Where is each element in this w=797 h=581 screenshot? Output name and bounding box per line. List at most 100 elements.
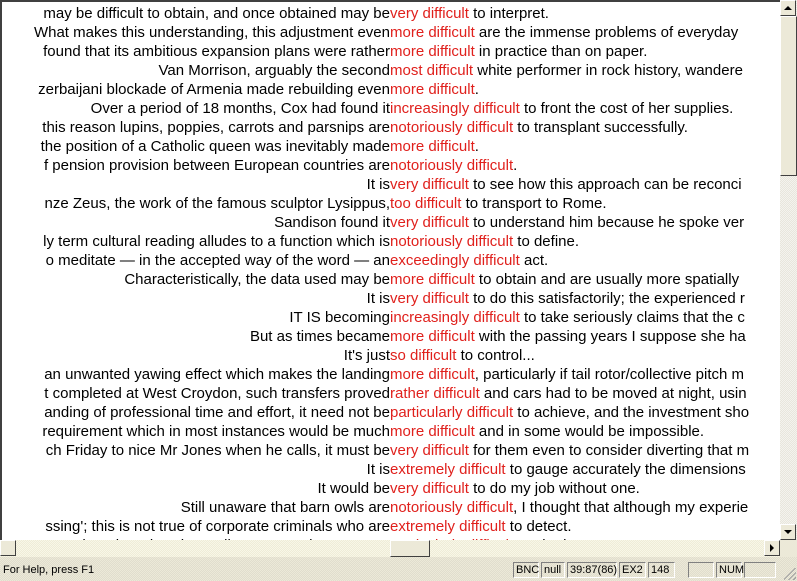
concordance-line[interactable]: nze Zeus, the work of the famous sculpto… xyxy=(2,194,780,213)
right-context: to do my job without one. xyxy=(468,480,640,497)
keyword-hit[interactable]: notoriously difficult xyxy=(390,157,513,174)
keyword-hit[interactable]: more difficult xyxy=(390,81,475,98)
concordance-line[interactable]: ssing'; this is not true of corporate cr… xyxy=(2,517,780,536)
right-context: , I thought that although my experie xyxy=(513,499,749,516)
concordance-line[interactable]: It would be very difficult to do my job w… xyxy=(2,479,780,498)
keyword-hit[interactable]: notoriously difficult xyxy=(390,119,513,136)
right-context: act. xyxy=(519,252,549,269)
concordance-line[interactable]: Sandison found it very difficult to under… xyxy=(2,213,780,232)
concordance-line[interactable]: Still unaware that barn owls are notoriou… xyxy=(2,498,780,517)
keyword-hit[interactable]: rather difficult xyxy=(390,385,480,402)
keyword-hit[interactable]: notoriously difficult xyxy=(390,499,513,516)
right-context: . xyxy=(513,157,518,174)
concordance-line[interactable]: It's just so difficult to control... xyxy=(2,346,780,365)
keyword-hit[interactable]: extremely difficult xyxy=(390,518,506,535)
left-context: Over a period of 18 months, Cox had foun… xyxy=(90,100,390,117)
keyword-hit[interactable]: too difficult xyxy=(390,195,461,212)
keyword-and-right-context: more difficult in practice than on paper… xyxy=(390,42,647,61)
concordance-line[interactable]: zerbaijani blockade of Armenia made rebu… xyxy=(2,80,780,99)
left-context: ch Friday to nice Mr Jones when he calls… xyxy=(45,442,390,459)
left-context: Sandison found it xyxy=(274,214,390,231)
horizontal-scrollbar[interactable] xyxy=(0,540,780,557)
scroll-down-button[interactable] xyxy=(780,524,796,540)
keyword-hit[interactable]: very difficult xyxy=(390,442,469,459)
concordance-line[interactable]: But as times became more difficult with t… xyxy=(2,327,780,346)
concordance-line[interactable]: an unwanted yawing effect which makes th… xyxy=(2,365,780,384)
keyword-hit[interactable]: most difficult xyxy=(390,62,473,79)
left-context: nze Zeus, the work of the famous sculpto… xyxy=(44,195,390,212)
right-context: to front the cost of her supplies. xyxy=(519,100,734,117)
keyword-hit[interactable]: notoriously difficult xyxy=(390,233,513,250)
concordance-line[interactable]: It is extremely difficult to gauge accura… xyxy=(2,460,780,479)
left-context: an unwanted yawing effect which makes th… xyxy=(44,366,390,383)
concordance-view[interactable]: may be difficult to obtain, and once obt… xyxy=(0,0,780,540)
concordance-line[interactable]: It is very difficult to do this satisfact… xyxy=(2,289,780,308)
keyword-hit[interactable]: very difficult xyxy=(390,176,469,193)
keyword-and-right-context: increasingly difficult to front the cost… xyxy=(390,99,733,118)
resize-grip-icon[interactable] xyxy=(784,568,796,580)
concordance-line[interactable]: It is very difficult to see how this appr… xyxy=(2,175,780,194)
left-context: requirement which in most instances woul… xyxy=(42,423,390,440)
concordance-line[interactable]: this reason lupins, poppies, carrots and… xyxy=(2,118,780,137)
concordance-line[interactable]: IT IS becoming increasingly difficult to … xyxy=(2,308,780,327)
left-context: It is xyxy=(366,290,390,307)
status-query: EX2 xyxy=(619,562,646,578)
right-context: to define. xyxy=(513,233,580,250)
left-context: ly term cultural reading alludes to a fu… xyxy=(43,233,390,250)
concordance-line[interactable]: may be difficult to obtain, and once obt… xyxy=(2,4,780,23)
left-context: ssing'; this is not true of corporate cr… xyxy=(45,518,390,535)
status-bar: For Help, press F1 BNC null 39:87(86) EX… xyxy=(0,558,797,581)
vertical-scroll-thumb[interactable] xyxy=(780,16,797,176)
keyword-and-right-context: more difficult are the immense problems … xyxy=(390,23,738,42)
keyword-hit[interactable]: exceedingly difficult xyxy=(390,252,520,269)
keyword-hit[interactable]: more difficult xyxy=(390,43,475,60)
right-context: are the immense problems of everyday xyxy=(474,24,739,41)
status-pane-empty-1 xyxy=(688,562,714,578)
keyword-hit[interactable]: extremely difficult xyxy=(390,461,506,478)
concordance-line[interactable]: f pension provision between European cou… xyxy=(2,156,780,175)
scroll-up-button[interactable] xyxy=(780,0,796,16)
concordance-line[interactable]: ch Friday to nice Mr Jones when he calls… xyxy=(2,441,780,460)
concordance-line[interactable]: Van Morrison, arguably the second most di… xyxy=(2,61,780,80)
keyword-hit[interactable]: more difficult xyxy=(390,366,475,383)
concordance-line[interactable]: ly term cultural reading alludes to a fu… xyxy=(2,232,780,251)
right-context: to detect. xyxy=(505,518,572,535)
keyword-and-right-context: rather difficult and cars had to be move… xyxy=(390,384,747,403)
right-context: to see how this approach can be reconci xyxy=(468,176,742,193)
left-context: IT IS becoming xyxy=(289,309,390,326)
horizontal-scroll-thumb[interactable] xyxy=(390,540,430,557)
vertical-scrollbar[interactable] xyxy=(780,0,797,540)
keyword-hit[interactable]: so difficult xyxy=(390,347,456,364)
status-position: 39:87(86) xyxy=(567,562,617,578)
keyword-and-right-context: very difficult to understand him because… xyxy=(390,213,744,232)
left-context: may be difficult to obtain, and once obt… xyxy=(43,5,390,22)
keyword-hit[interactable]: particularly difficult xyxy=(390,404,513,421)
keyword-hit[interactable]: very difficult xyxy=(390,214,469,231)
concordance-line[interactable]: o meditate — in the accepted way of the … xyxy=(2,251,780,270)
concordance-line[interactable]: Characteristically, the data used may be… xyxy=(2,270,780,289)
concordance-line[interactable]: the position of a Catholic queen was ine… xyxy=(2,137,780,156)
keyword-hit[interactable]: more difficult xyxy=(390,328,475,345)
keyword-hit[interactable]: very difficult xyxy=(390,290,469,307)
concordance-line[interactable]: requirement which in most instances woul… xyxy=(2,422,780,441)
concordance-line[interactable]: What makes this understanding, this adju… xyxy=(2,23,780,42)
keyword-hit[interactable]: more difficult xyxy=(390,138,475,155)
arrow-right-icon xyxy=(770,544,774,552)
keyword-hit[interactable]: more difficult xyxy=(390,423,475,440)
concordance-line[interactable]: anding of professional time and effort, … xyxy=(2,403,780,422)
concordance-line[interactable]: Over a period of 18 months, Cox had foun… xyxy=(2,99,780,118)
scroll-right-button[interactable] xyxy=(764,540,780,556)
keyword-hit[interactable]: very difficult xyxy=(390,5,469,22)
keyword-hit[interactable]: increasingly difficult xyxy=(390,100,520,117)
keyword-hit[interactable]: more difficult xyxy=(390,271,475,288)
keyword-hit[interactable]: very difficult xyxy=(390,480,469,497)
scroll-left-button[interactable] xyxy=(0,540,16,556)
left-context: What makes this understanding, this adju… xyxy=(33,24,390,41)
concordance-line[interactable]: t completed at West Croydon, such transf… xyxy=(2,384,780,403)
concordance-line[interactable]: found that its ambitious expansion plans… xyxy=(2,42,780,61)
keyword-and-right-context: very difficult for them even to consider… xyxy=(390,441,749,460)
keyword-hit[interactable]: more difficult xyxy=(390,24,475,41)
keyword-and-right-context: particularly difficult to achieve, and t… xyxy=(390,403,749,422)
keyword-hit[interactable]: increasingly difficult xyxy=(390,309,520,326)
left-context: the position of a Catholic queen was ine… xyxy=(40,138,390,155)
